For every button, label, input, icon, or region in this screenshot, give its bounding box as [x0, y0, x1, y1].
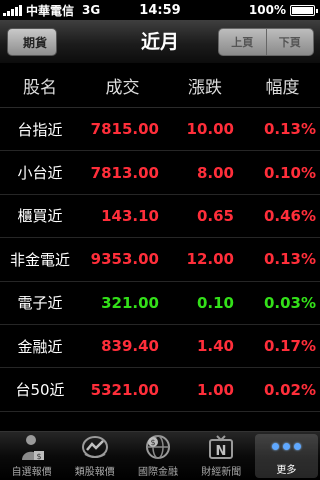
row-percent: 0.10% [263, 163, 316, 182]
row-name: 電子近 [17, 294, 63, 313]
back-button[interactable]: 期貨 [7, 28, 57, 56]
pager-control: 上頁 下頁 [218, 28, 314, 56]
table-row[interactable]: 非金電近 9353.00 12.00 0.13% [0, 238, 320, 282]
table-row[interactable]: 金融近 839.40 1.40 0.17% [0, 325, 320, 369]
row-percent: 0.03% [263, 293, 316, 312]
row-percent: 0.46% [263, 206, 316, 225]
row-name: 小台近 [17, 164, 63, 183]
row-change: 1.00 [196, 380, 234, 399]
table-row[interactable]: 櫃買近 143.10 0.65 0.46% [0, 195, 320, 239]
row-change: 1.40 [196, 337, 234, 356]
battery-percent: 100% [248, 3, 286, 17]
tab-label: 財經新聞 [201, 467, 242, 478]
tab-watchlist[interactable]: $ 自選報價 [0, 432, 63, 480]
row-price: 7813.00 [90, 163, 159, 182]
row-price: 839.40 [101, 337, 159, 356]
row-percent: 0.02% [263, 380, 316, 399]
battery-icon [290, 5, 318, 16]
quote-list: 台指近 7815.00 10.00 0.13% 小台近 7813.00 8.00… [0, 108, 320, 412]
tab-label: 類股報價 [74, 467, 115, 478]
row-name: 金融近 [17, 337, 63, 356]
svg-text:$: $ [36, 452, 41, 461]
sector-chart-icon [80, 432, 110, 461]
row-change: 0.65 [196, 206, 234, 225]
row-name: 台50近 [15, 381, 65, 400]
table-row[interactable]: 小台近 7813.00 8.00 0.10% [0, 151, 320, 195]
row-price: 5321.00 [90, 380, 159, 399]
row-percent: 0.13% [263, 250, 316, 269]
news-tv-icon: N [206, 432, 236, 461]
prev-page-button[interactable]: 上頁 [219, 29, 266, 55]
tab-sector-quotes[interactable]: 類股報價 [63, 432, 126, 480]
header-name[interactable]: 股名 [0, 73, 80, 98]
table-row[interactable]: 電子近 321.00 0.10 0.03% [0, 282, 320, 325]
tab-international[interactable]: $ 國際金融 [126, 432, 189, 480]
tab-more[interactable]: 更多 [254, 434, 319, 478]
row-name: 台指近 [17, 120, 63, 139]
tab-label: 更多 [276, 465, 297, 476]
status-bar: 中華電信 3G 14:59 100% [0, 0, 320, 20]
tab-bar: $ 自選報價 類股報價 $ 國際金融 N 財經新聞 更多 [0, 431, 320, 480]
svg-text:N: N [216, 444, 227, 459]
navigation-bar: 近月 期貨 上頁 下頁 [0, 20, 320, 64]
next-page-button[interactable]: 下頁 [265, 29, 314, 55]
back-button-label: 期貨 [22, 35, 47, 50]
more-dots-icon [271, 434, 301, 459]
header-price[interactable]: 成交 [80, 73, 165, 98]
row-change: 0.10 [196, 293, 234, 312]
tab-news[interactable]: N 財經新聞 [190, 432, 253, 480]
tab-label: 自選報價 [11, 467, 52, 478]
table-header: 股名 成交 漲跌 幅度 [0, 64, 320, 108]
header-percent[interactable]: 幅度 [245, 73, 320, 98]
table-row[interactable]: 台指近 7815.00 10.00 0.13% [0, 108, 320, 152]
row-change: 10.00 [186, 120, 234, 139]
row-percent: 0.13% [263, 120, 316, 139]
row-change: 8.00 [196, 163, 234, 182]
tab-label: 國際金融 [138, 467, 178, 478]
row-percent: 0.17% [263, 337, 316, 356]
table-row[interactable]: 台50近 5321.00 1.00 0.02% [0, 368, 320, 412]
row-name: 櫃買近 [17, 207, 63, 226]
row-price: 9353.00 [90, 250, 159, 269]
svg-text:$: $ [150, 438, 155, 447]
globe-dollar-icon: $ [143, 432, 173, 461]
row-change: 12.00 [186, 250, 234, 269]
row-name: 非金電近 [9, 250, 70, 269]
row-price: 321.00 [101, 293, 159, 312]
person-chart-icon: $ [17, 432, 47, 461]
header-change[interactable]: 漲跌 [165, 73, 245, 98]
row-price: 143.10 [101, 206, 159, 225]
row-price: 7815.00 [90, 120, 159, 139]
